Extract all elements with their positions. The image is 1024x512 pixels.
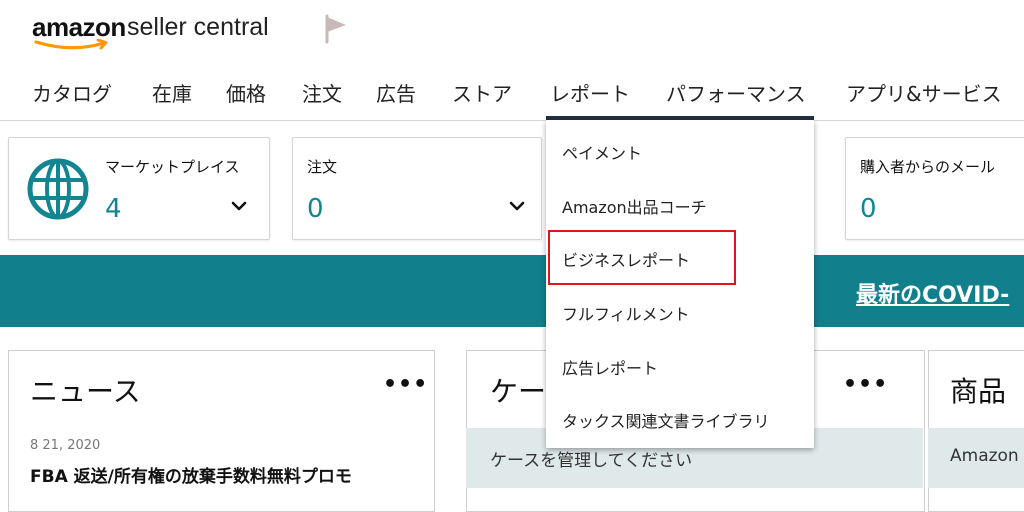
cases-title: ケー (490, 375, 547, 408)
orders-card[interactable]: 注文 0 (292, 137, 542, 240)
news-more-options-icon[interactable]: ••• (383, 372, 428, 397)
marketplace-card[interactable]: マーケットプレイス 4 (8, 137, 270, 240)
chevron-down-icon[interactable] (509, 200, 525, 212)
orders-label: 注文 (307, 158, 338, 176)
menu-item-selling-coach[interactable]: Amazon出品コーチ (562, 194, 707, 218)
flag-icon[interactable] (322, 14, 352, 44)
chevron-down-icon[interactable] (231, 200, 247, 212)
buyer-messages-count: 0 (860, 194, 877, 224)
menu-item-advertising-reports[interactable]: 広告レポート (562, 355, 658, 379)
menu-item-tax-document-library[interactable]: タックス関連文書ライブラリ (562, 408, 770, 432)
products-title: 商品 (950, 375, 1007, 408)
nav-pricing[interactable]: 価格 (226, 78, 266, 107)
products-amazon-text: Amazon (950, 446, 1019, 466)
marketplace-label: マーケットプレイス (105, 158, 240, 176)
manage-cases-link[interactable]: ケースを管理してください (490, 446, 692, 471)
logo-seller-central-text: seller central (127, 13, 269, 41)
buyer-messages-label: 購入者からのメール (860, 158, 996, 176)
nav-performance[interactable]: パフォーマンス (666, 78, 806, 107)
covid-announcement-link[interactable]: 最新のCOVID- (856, 277, 1009, 309)
nav-advertising[interactable]: 広告 (376, 78, 416, 107)
news-headline-link[interactable]: FBA 返送/所有権の放棄手数料無料プロモ (30, 462, 352, 487)
nav-apps-services[interactable]: アプリ&サービス (846, 78, 1002, 107)
nav-reports[interactable]: レポート (550, 78, 630, 107)
orders-count: 0 (307, 194, 324, 224)
buyer-messages-card[interactable]: 購入者からのメール 0 (845, 137, 1024, 240)
nav-stores[interactable]: ストア (452, 78, 512, 107)
nav-catalog[interactable]: カタログ (32, 78, 112, 107)
announcement-banner: 最新のCOVID- (0, 255, 1024, 327)
menu-item-fulfillment[interactable]: フルフィルメント (562, 301, 690, 325)
news-title: ニュース (30, 375, 141, 408)
nav-inventory[interactable]: 在庫 (152, 78, 192, 107)
nav-orders[interactable]: 注文 (302, 78, 342, 107)
menu-item-payments[interactable]: ペイメント (562, 140, 642, 164)
main-navigation: カタログ 在庫 価格 注文 広告 ストア レポート パフォーマンス アプリ&サー… (0, 74, 1024, 121)
amazon-smile-icon (34, 39, 108, 50)
business-reports-highlight-box (548, 230, 736, 285)
marketplace-count: 4 (105, 194, 122, 224)
news-date: 8 21, 2020 (30, 438, 101, 453)
globe-icon (27, 158, 89, 220)
cases-more-options-icon[interactable]: ••• (843, 372, 888, 397)
